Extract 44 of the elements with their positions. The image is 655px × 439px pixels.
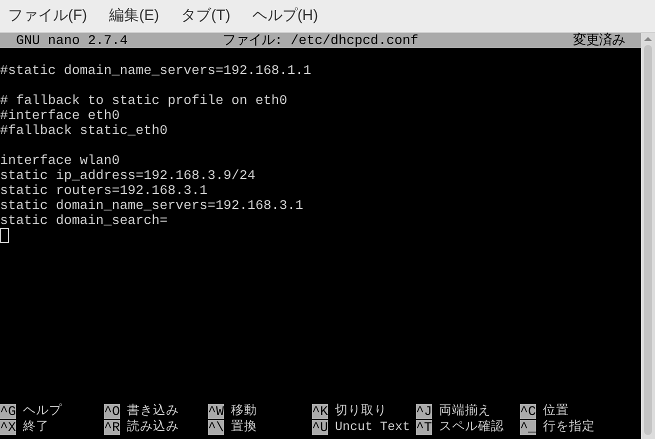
shortcut-key: ^J <box>416 404 432 419</box>
shortcut-label: 行を指定 <box>542 420 595 435</box>
shortcut-label: 書き込み <box>126 404 179 419</box>
text-cursor <box>0 228 9 243</box>
shortcut-key: ^\ <box>208 420 224 435</box>
code-line: #fallback static_eth0 <box>0 123 169 138</box>
shortcut-key: ^C <box>520 404 536 419</box>
menu-item[interactable]: ファイル(F) <box>8 4 88 28</box>
scrollbar[interactable] <box>641 33 655 439</box>
code-line: #static domain_name_servers=192.168.1.1 <box>0 63 312 78</box>
shortcut-key: ^K <box>312 404 328 419</box>
shortcut-label: スペル確認 <box>438 420 504 435</box>
shortcut-label: Uncut Text <box>334 420 410 435</box>
shortcut-label: 位置 <box>542 404 569 419</box>
shortcut-key: ^R <box>104 420 120 435</box>
code-line: static domain_search= <box>0 213 169 228</box>
shortcut-label: 終了 <box>22 420 49 435</box>
shortcut-key: ^O <box>104 404 120 419</box>
code-line: interface wlan0 <box>0 153 121 168</box>
shortcut-label: 移動 <box>230 404 257 419</box>
menu-item[interactable]: ヘルプ(H) <box>252 4 318 28</box>
shortcut-label: ヘルプ <box>22 404 62 419</box>
menu-item[interactable]: 編集(E) <box>109 4 160 28</box>
shortcut-label: 切り取り <box>334 404 387 419</box>
menu-item[interactable]: タブ(T) <box>181 4 230 28</box>
shortcut-key: ^G <box>0 404 16 419</box>
editor-version: GNU nano 2.7.4 <box>15 33 129 48</box>
shortcut-label: 読み込み <box>126 420 179 435</box>
scroll-up-icon[interactable] <box>644 37 652 41</box>
shortcut-key: ^W <box>208 404 224 419</box>
modified-status: 変更済み <box>572 33 626 48</box>
shortcut-key: ^T <box>416 420 432 435</box>
shortcut-key: ^U <box>312 420 328 435</box>
shortcut-label: 両端揃え <box>438 404 491 419</box>
code-line: static ip_address=192.168.3.9/24 <box>0 168 256 183</box>
code-line: static domain_name_servers=192.168.3.1 <box>0 198 304 213</box>
file-name: ファイル: /etc/dhcpcd.conf <box>222 33 420 48</box>
code-line: # fallback to static profile on eth0 <box>0 93 288 108</box>
scrollbar-thumb[interactable] <box>644 45 652 435</box>
shortcut-key: ^_ <box>520 420 536 435</box>
shortcut-label: 置換 <box>230 420 257 435</box>
code-line: #interface eth0 <box>0 108 121 123</box>
code-line: static routers=192.168.3.1 <box>0 183 208 198</box>
shortcut-key: ^X <box>0 420 16 435</box>
